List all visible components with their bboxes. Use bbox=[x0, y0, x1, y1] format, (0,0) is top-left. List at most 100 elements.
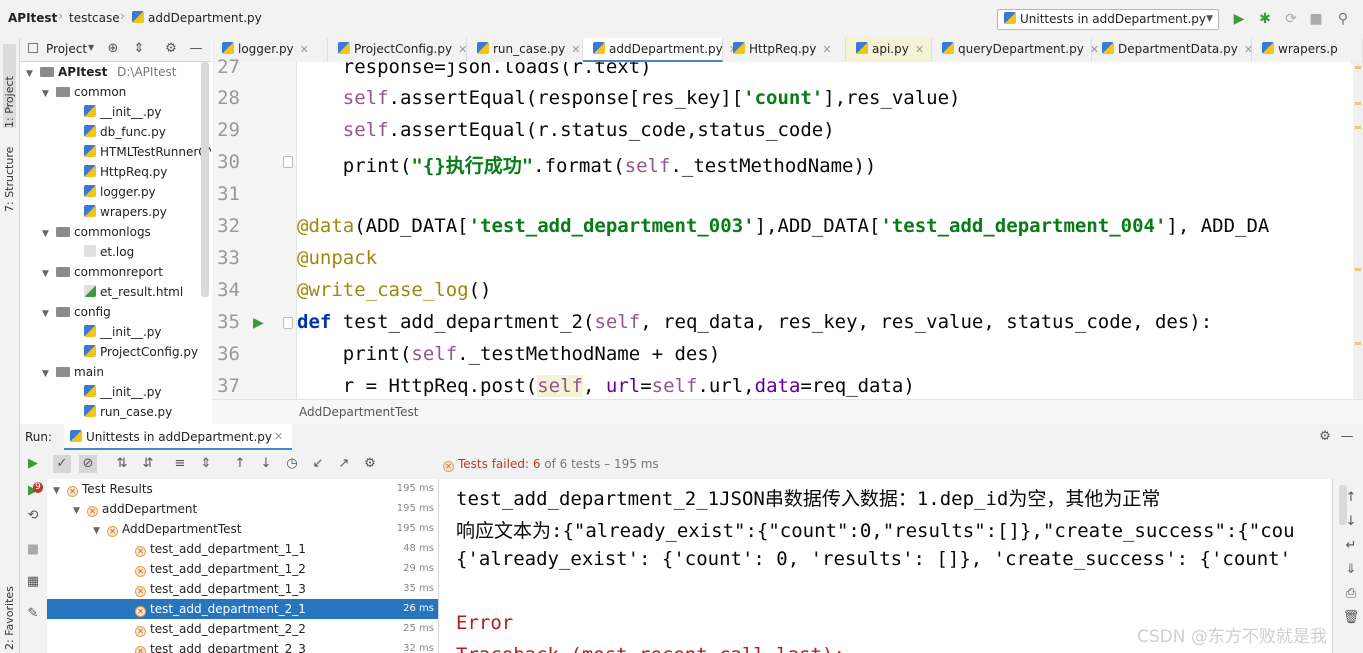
breadcrumb-file[interactable]: addDepartment.py bbox=[132, 11, 262, 25]
line-number: 28 bbox=[217, 87, 240, 109]
collapse-all-icon[interactable]: ⇕ bbox=[130, 40, 148, 58]
tree-file[interactable]: ProjectConfig.py bbox=[84, 342, 198, 362]
folder-icon bbox=[56, 307, 70, 317]
hide-icon[interactable]: — bbox=[187, 40, 205, 58]
tree-file[interactable]: wrapers.py bbox=[84, 202, 167, 222]
locate-icon[interactable]: ⊕ bbox=[104, 40, 122, 58]
tree-file[interactable]: et.log bbox=[84, 242, 134, 262]
project-scrollbar[interactable] bbox=[201, 62, 209, 297]
tree-folder[interactable]: ▼ commonlogs bbox=[42, 222, 151, 242]
run-label: Run: bbox=[25, 430, 53, 444]
tree-folder[interactable]: ▼ commonreport bbox=[42, 262, 163, 282]
import-icon[interactable]: ↙ bbox=[309, 455, 327, 473]
tree-file[interactable]: logger.py bbox=[84, 182, 156, 202]
tree-file[interactable]: __init__.py bbox=[84, 322, 162, 342]
tree-file[interactable]: HTMLTestRunnerCN bbox=[84, 142, 211, 162]
tree-file[interactable]: db_func.py bbox=[84, 122, 166, 142]
breadcrumb-project[interactable]: APItest bbox=[8, 11, 57, 25]
fold-icon[interactable] bbox=[283, 317, 293, 329]
project-tool-tab[interactable]: 1: Project bbox=[3, 44, 16, 128]
tree-file[interactable]: HttpReq.py bbox=[84, 162, 167, 182]
debug-icon[interactable]: ✱ bbox=[1256, 10, 1274, 28]
show-ignored-icon[interactable]: ⊘ bbox=[79, 455, 97, 473]
pin-icon[interactable]: ✎ bbox=[24, 605, 42, 623]
tab-wrapers[interactable]: wrapers.p bbox=[1252, 38, 1363, 62]
show-passed-icon[interactable]: ✓ bbox=[53, 455, 71, 473]
export-icon[interactable]: ↗ bbox=[335, 455, 353, 473]
run-tab[interactable]: Unittests in addDepartment.py ✕ bbox=[64, 424, 292, 450]
console-line: 响应文本为:{"already_exist":{"count":0,"resul… bbox=[456, 520, 1295, 542]
close-icon[interactable]: ✕ bbox=[915, 43, 924, 56]
line-number: 30 bbox=[217, 151, 240, 173]
close-icon[interactable]: ✕ bbox=[822, 43, 831, 56]
search-icon[interactable]: ⚲ bbox=[1334, 10, 1352, 28]
sort-duration-icon[interactable]: ⇵ bbox=[139, 455, 157, 473]
tree-folder[interactable]: ▼ main bbox=[42, 362, 104, 382]
rerun-icon[interactable]: ▶ bbox=[24, 455, 42, 473]
expand-all-icon[interactable]: ≡ bbox=[171, 455, 189, 473]
favorites-tool-tab[interactable]: 2: Favorites bbox=[3, 568, 16, 650]
coverage-icon[interactable]: ⟳ bbox=[1282, 10, 1300, 28]
arrow-down-icon[interactable]: ↓ bbox=[1342, 513, 1360, 531]
gear-icon[interactable]: ⚙ bbox=[361, 455, 379, 473]
soft-wrap-icon[interactable]: ↵ bbox=[1342, 537, 1360, 555]
tab-httpreq[interactable]: HttpReq.py ✕ bbox=[723, 38, 846, 62]
run-icon[interactable]: ▶ bbox=[1230, 10, 1248, 28]
project-view-select[interactable]: Project bbox=[46, 42, 87, 56]
test-row[interactable]: ▼ ✕ AddDepartmentTest 195 ms bbox=[47, 519, 438, 539]
arrow-down-icon[interactable]: ↓ bbox=[257, 455, 275, 473]
tree-folder[interactable]: ▼ common bbox=[42, 82, 126, 102]
scroll-to-end-icon[interactable]: ⇓ bbox=[1342, 561, 1360, 579]
toggle-auto-test-icon[interactable]: ⟲ bbox=[24, 507, 42, 525]
test-row[interactable]: ✕ test_add_department_1_2 29 ms bbox=[47, 559, 438, 579]
trash-icon[interactable]: 🗑 bbox=[1342, 609, 1360, 627]
tree-file[interactable]: __init__.py bbox=[84, 102, 162, 122]
tab-projectconfig[interactable]: ProjectConfig.py ✕ bbox=[328, 38, 467, 62]
tab-run-case[interactable]: run_case.py ✕ bbox=[467, 38, 583, 62]
test-row[interactable]: ✕ test_add_department_1_1 48 ms bbox=[47, 539, 438, 559]
tree-folder[interactable]: ▼ config bbox=[42, 302, 111, 322]
console-error-line: Traceback (most recent call last): bbox=[456, 644, 845, 653]
stop-icon[interactable]: ■ bbox=[24, 541, 42, 559]
arrow-up-icon[interactable]: ↑ bbox=[231, 455, 249, 473]
tree-root[interactable]: ▼ APItest D:\APItest bbox=[26, 62, 177, 82]
history-icon[interactable]: ◷ bbox=[283, 455, 301, 473]
hide-icon[interactable]: — bbox=[1338, 428, 1356, 446]
test-row[interactable]: ✕ test_add_department_2_3 32 ms bbox=[47, 639, 438, 653]
editor-breadcrumb[interactable]: AddDepartmentTest bbox=[299, 405, 418, 419]
gear-icon[interactable]: ⚙ bbox=[162, 40, 180, 58]
test-row[interactable]: ▼ ✕ addDepartment 195 ms bbox=[47, 499, 438, 519]
sort-alpha-icon[interactable]: ⇅ bbox=[113, 455, 131, 473]
close-icon[interactable]: ✕ bbox=[571, 43, 580, 56]
tab-api[interactable]: api.py ✕ bbox=[846, 38, 932, 62]
tree-file[interactable]: et_result.html bbox=[84, 282, 183, 302]
tab-departmentdata[interactable]: DepartmentData.py ✕ bbox=[1092, 38, 1253, 62]
breadcrumb-folder[interactable]: testcase bbox=[69, 11, 120, 25]
code-editor[interactable]: response=json.loads(r.text) self.assertE… bbox=[297, 62, 1351, 399]
tab-adddepartment[interactable]: addDepartment.py✕ bbox=[583, 38, 738, 62]
run-test-gutter-icon[interactable]: ▶ bbox=[253, 315, 264, 331]
left-tool-strip: 1: Project 7: Structure 2: Favorites bbox=[0, 38, 20, 653]
test-row[interactable]: ✕ test_add_department_2_2 25 ms bbox=[47, 619, 438, 639]
test-row[interactable]: ✕ test_add_department_1_3 35 ms bbox=[47, 579, 438, 599]
test-row-selected[interactable]: ✕ test_add_department_2_1 26 ms bbox=[47, 599, 438, 619]
close-icon[interactable]: ✕ bbox=[274, 430, 283, 443]
stop-icon[interactable]: ■ bbox=[1307, 10, 1325, 28]
close-icon[interactable]: ✕ bbox=[458, 43, 467, 56]
test-row[interactable]: ▼ ✕ Test Results 195 ms bbox=[47, 479, 438, 499]
run-configuration-select[interactable]: Unittests in addDepartment.py ▼ bbox=[997, 9, 1219, 30]
tree-file[interactable]: __init__.py bbox=[84, 382, 162, 402]
python-file-icon bbox=[84, 205, 96, 217]
print-icon[interactable]: ⎙ bbox=[1342, 585, 1360, 603]
collapse-all-icon[interactable]: ⇕ bbox=[197, 455, 215, 473]
line-number: 37 bbox=[217, 375, 240, 397]
close-icon[interactable]: ✕ bbox=[300, 43, 309, 56]
arrow-up-icon[interactable]: ↑ bbox=[1342, 489, 1360, 507]
tree-file[interactable]: run_case.py bbox=[84, 402, 172, 422]
gear-icon[interactable]: ⚙ bbox=[1316, 428, 1334, 446]
editor-scrollbar[interactable] bbox=[1353, 62, 1363, 399]
tab-querydepartment[interactable]: queryDepartment.py ✕ bbox=[932, 38, 1099, 62]
structure-tool-tab[interactable]: 7: Structure bbox=[3, 130, 16, 212]
layout-icon[interactable]: ▦ bbox=[24, 573, 42, 591]
fold-icon[interactable] bbox=[283, 156, 293, 168]
